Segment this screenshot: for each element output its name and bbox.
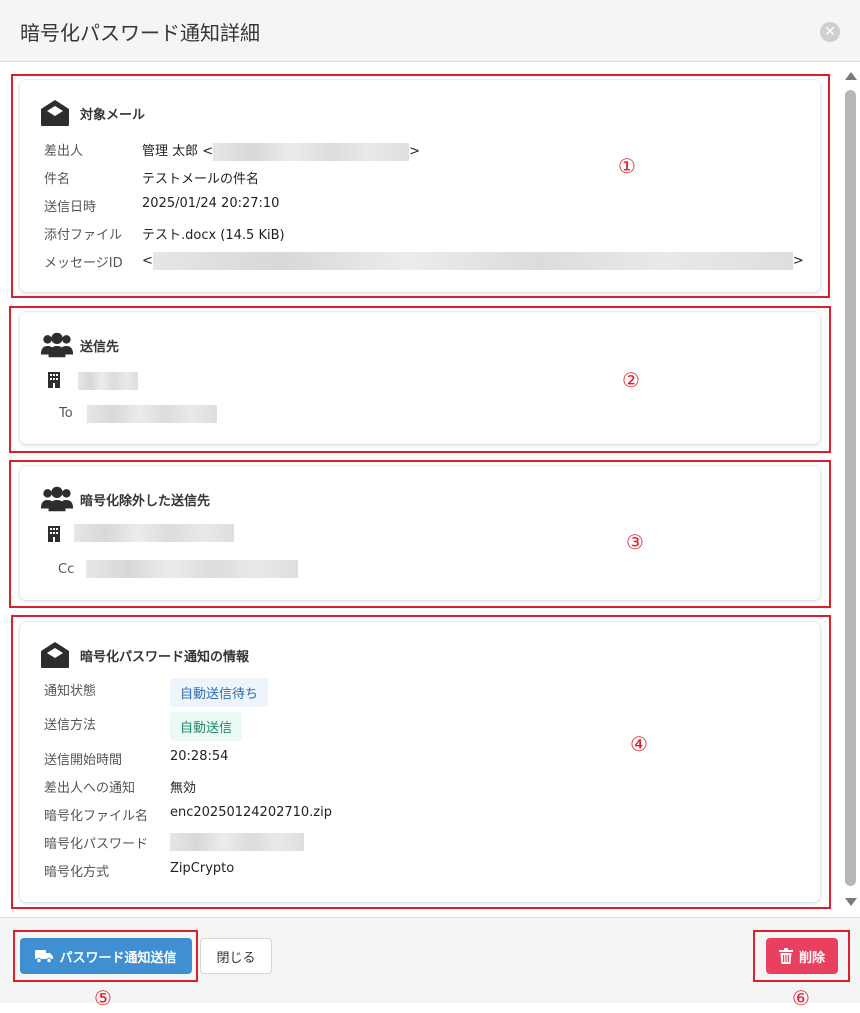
annotation-marker-4: ④	[630, 732, 648, 756]
annotation-marker-5: ⑤	[94, 986, 112, 1010]
modal-header: 暗号化パスワード通知詳細 ✕	[0, 0, 860, 62]
annotation-marker-6: ⑥	[792, 986, 810, 1010]
close-icon[interactable]: ✕	[820, 22, 840, 42]
annotation-box-4	[11, 615, 831, 909]
scrollbar-thumb[interactable]	[845, 90, 856, 886]
close-button[interactable]: 閉じる	[200, 938, 272, 974]
modal-footer: パスワード通知送信 閉じる 削除 ⑤ ⑥	[0, 917, 860, 1010]
modal-title: 暗号化パスワード通知詳細	[20, 21, 260, 45]
annotation-box-1	[11, 74, 830, 298]
annotation-marker-1: ①	[618, 154, 636, 178]
scroll-up-arrow[interactable]	[845, 72, 857, 80]
scroll-down-arrow[interactable]	[845, 898, 857, 906]
annotation-box-3	[9, 460, 831, 608]
annotation-marker-3: ③	[626, 530, 644, 554]
modal-body[interactable]: 対象メール 差出人 管理 太郎 < > 件名 テストメールの件名 送信日時 202…	[0, 62, 860, 917]
annotation-box-2	[9, 306, 831, 453]
annotation-box-5	[13, 930, 198, 982]
annotation-marker-2: ②	[622, 368, 640, 392]
annotation-box-6	[753, 930, 850, 982]
